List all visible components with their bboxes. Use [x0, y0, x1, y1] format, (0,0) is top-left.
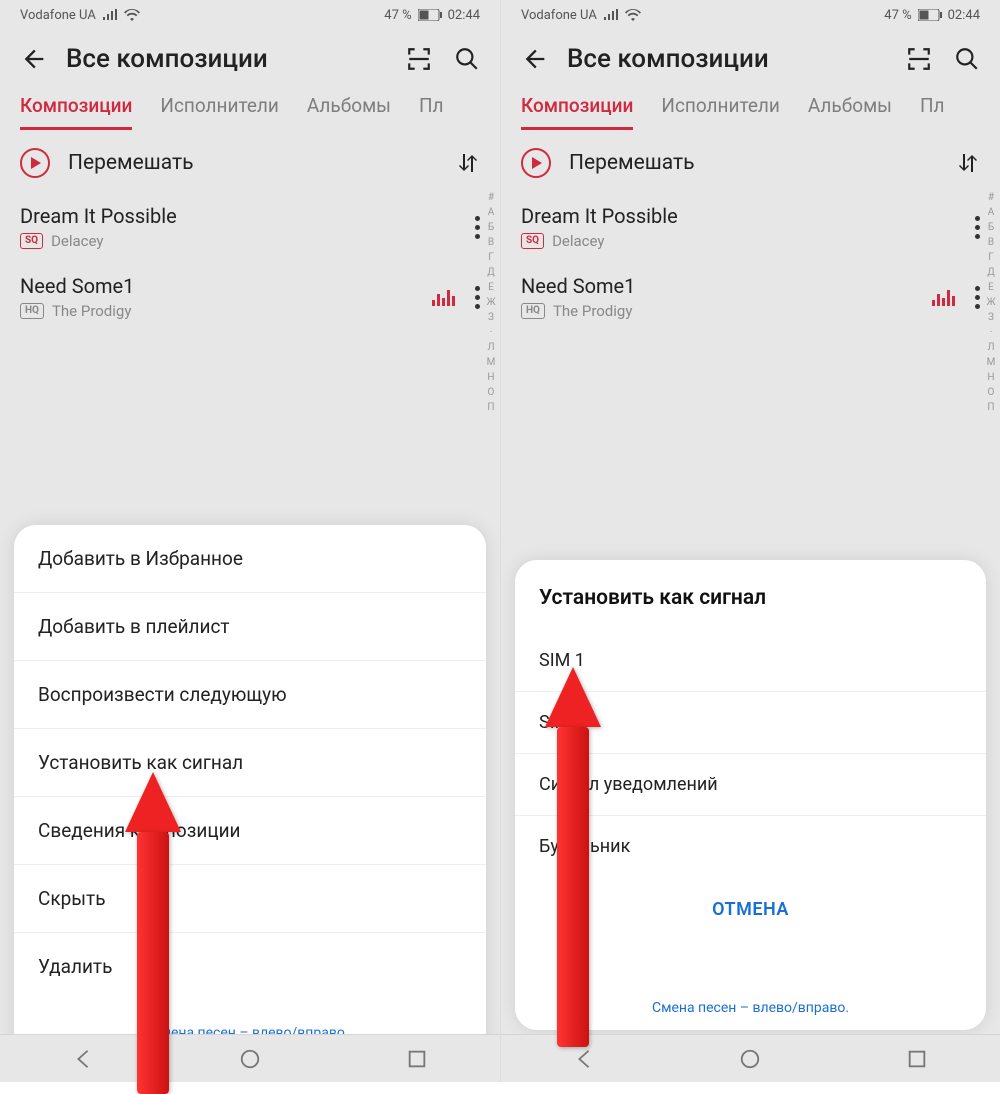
shuffle-label: Перемешать — [569, 151, 938, 175]
tab-more[interactable]: Пл — [419, 94, 444, 130]
sort-icon[interactable] — [956, 151, 980, 175]
tab-bar: Композиции Исполнители Альбомы Пл — [0, 86, 500, 130]
context-menu-sheet: Добавить в Избранное Добавить в плейлист… — [14, 525, 486, 1055]
content-area: Перемешать Dream It Possible SQ Delacey … — [501, 130, 1000, 332]
song-title: Need Some1 — [20, 274, 432, 298]
alphabet-index[interactable]: #АБ ВГД ЕЖЗ ·ЛМ НОП — [984, 190, 998, 415]
cancel-button[interactable]: ОТМЕНА — [515, 877, 986, 942]
back-icon[interactable] — [521, 45, 549, 73]
app-header: Все композиции — [0, 30, 500, 86]
menu-add-playlist[interactable]: Добавить в плейлист — [14, 593, 486, 661]
song-title: Dream It Possible — [521, 204, 975, 228]
phone-screenshot-left: Vodafone UA 47 % 02:44 Все композиции — [0, 0, 500, 1082]
status-bar: Vodafone UA 47 % 02:44 — [501, 0, 1000, 30]
back-icon[interactable] — [20, 45, 48, 73]
quality-badge-hq: HQ — [20, 303, 44, 319]
option-alarm[interactable]: Будильник — [515, 816, 986, 877]
shuffle-row[interactable]: Перемешать — [0, 130, 500, 192]
quality-badge-sq: SQ — [20, 233, 43, 249]
tab-compositions[interactable]: Композиции — [20, 94, 132, 130]
tab-more[interactable]: Пл — [920, 94, 945, 130]
option-notification[interactable]: Сигнал уведомлений — [515, 754, 986, 816]
shuffle-play-icon — [521, 148, 551, 178]
quality-badge-hq: HQ — [521, 303, 545, 319]
battery-icon — [918, 9, 942, 21]
page-title: Все композиции — [66, 44, 388, 74]
song-row[interactable]: Need Some1 HQ The Prodigy — [501, 262, 1000, 332]
more-icon[interactable] — [975, 286, 980, 309]
wifi-icon — [124, 9, 140, 21]
song-artist: Delacey — [552, 232, 604, 250]
now-playing-icon — [432, 288, 455, 306]
menu-add-favorite[interactable]: Добавить в Избранное — [14, 525, 486, 593]
battery-percent: 47 % — [384, 8, 411, 23]
carrier-label: Vodafone UA — [20, 8, 96, 23]
menu-song-info[interactable]: Сведения композиции — [14, 797, 486, 865]
nav-recent-icon[interactable] — [906, 1048, 928, 1070]
tab-compositions[interactable]: Композиции — [521, 94, 633, 130]
ringtone-dialog-sheet: Установить как сигнал SIM 1 SIM 2 Сигнал… — [515, 560, 986, 1030]
song-artist: The Prodigy — [52, 302, 131, 320]
sort-icon[interactable] — [456, 151, 480, 175]
tab-bar: Композиции Исполнители Альбомы Пл — [501, 86, 1000, 130]
tab-artists[interactable]: Исполнители — [661, 94, 779, 130]
shuffle-play-icon — [20, 148, 50, 178]
nav-back-icon[interactable] — [573, 1048, 595, 1070]
more-icon[interactable] — [475, 216, 480, 239]
song-row[interactable]: Dream It Possible SQ Delacey — [0, 192, 500, 262]
option-sim1[interactable]: SIM 1 — [515, 630, 986, 692]
now-playing-icon — [932, 288, 955, 306]
search-icon[interactable] — [454, 46, 480, 72]
song-artist: Delacey — [51, 232, 103, 250]
app-header: Все композиции — [501, 30, 1000, 86]
status-bar: Vodafone UA 47 % 02:44 — [0, 0, 500, 30]
phone-screenshot-right: Vodafone UA 47 % 02:44 Все композиции — [500, 0, 1000, 1082]
menu-set-ringtone[interactable]: Установить как сигнал — [14, 729, 486, 797]
menu-hide[interactable]: Скрыть — [14, 865, 486, 933]
song-artist: The Prodigy — [553, 302, 632, 320]
song-row[interactable]: Need Some1 HQ The Prodigy — [0, 262, 500, 332]
alphabet-index[interactable]: #АБ ВГД ЕЖЗ ·ЛМ НОП — [484, 190, 498, 415]
nav-back-icon[interactable] — [72, 1048, 94, 1070]
battery-percent: 47 % — [884, 8, 911, 23]
nav-bar — [0, 1034, 500, 1082]
more-icon[interactable] — [975, 216, 980, 239]
content-area: Перемешать Dream It Possible SQ Delacey … — [0, 130, 500, 332]
signal-icon — [603, 9, 619, 21]
option-sim2[interactable]: SIM 2 — [515, 692, 986, 754]
tab-artists[interactable]: Исполнители — [160, 94, 278, 130]
song-title: Dream It Possible — [20, 204, 475, 228]
shuffle-row[interactable]: Перемешать — [501, 130, 1000, 192]
battery-icon — [418, 9, 442, 21]
status-time: 02:44 — [948, 8, 980, 23]
menu-play-next[interactable]: Воспроизвести следующую — [14, 661, 486, 729]
more-icon[interactable] — [475, 286, 480, 309]
search-icon[interactable] — [954, 46, 980, 72]
dialog-title: Установить как сигнал — [515, 560, 986, 630]
tab-albums[interactable]: Альбомы — [307, 94, 391, 130]
wifi-icon — [625, 9, 641, 21]
page-title: Все композиции — [567, 44, 888, 74]
menu-delete[interactable]: Удалить — [14, 933, 486, 1000]
nav-bar — [501, 1034, 1000, 1082]
nav-recent-icon[interactable] — [406, 1048, 428, 1070]
carrier-label: Vodafone UA — [521, 8, 597, 23]
quality-badge-sq: SQ — [521, 233, 544, 249]
status-time: 02:44 — [448, 8, 480, 23]
playback-hint: Смена песен – влево/вправо. — [515, 1000, 986, 1016]
scan-icon[interactable] — [406, 46, 432, 72]
signal-icon — [102, 9, 118, 21]
song-title: Need Some1 — [521, 274, 932, 298]
tab-albums[interactable]: Альбомы — [808, 94, 892, 130]
scan-icon[interactable] — [906, 46, 932, 72]
nav-home-icon[interactable] — [239, 1048, 261, 1070]
song-row[interactable]: Dream It Possible SQ Delacey — [501, 192, 1000, 262]
shuffle-label: Перемешать — [68, 151, 438, 175]
nav-home-icon[interactable] — [739, 1048, 761, 1070]
